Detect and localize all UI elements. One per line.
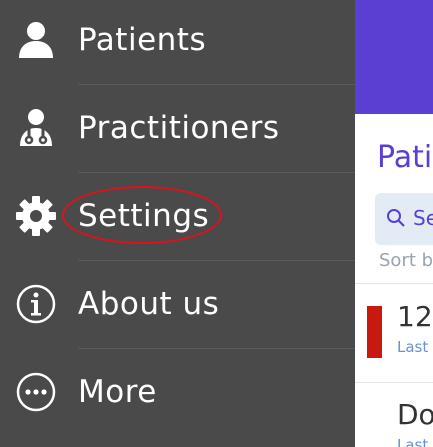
search-placeholder: Se [413,206,433,230]
info-icon [16,284,56,324]
drawer-item-more[interactable]: More [0,348,355,436]
app-header-bar [355,0,433,114]
list-item-subtitle: Last [397,436,429,447]
gear-icon [16,196,56,236]
drawer-item-practitioners[interactable]: Practitioners [0,84,355,172]
page-title: Pati [377,140,433,175]
status-flag [367,306,382,358]
more-icon [16,372,56,412]
drawer-item-label: About us [78,286,220,322]
list-item-title[interactable]: Do [397,398,433,431]
navigation-drawer: Patients Practitioners Settings About us… [0,0,355,447]
drawer-item-about-us[interactable]: About us [0,260,355,348]
divider [355,382,433,383]
main-content: Pati Se Sort b 123 Last Do Last [355,0,433,447]
search-input[interactable]: Se [375,193,433,245]
person-icon [19,22,53,58]
drawer-item-patients[interactable]: Patients [0,0,355,84]
sort-by-control[interactable]: Sort b [379,250,433,271]
drawer-item-label: Practitioners [78,110,280,146]
list-item-subtitle: Last [397,338,429,356]
doctor-icon [20,109,52,146]
divider [355,283,433,284]
drawer-item-label: More [78,374,157,410]
settings-highlight-annotation [62,186,222,244]
search-icon [387,209,405,227]
list-item-title[interactable]: 123 [397,300,433,333]
drawer-item-label: Patients [78,22,207,58]
